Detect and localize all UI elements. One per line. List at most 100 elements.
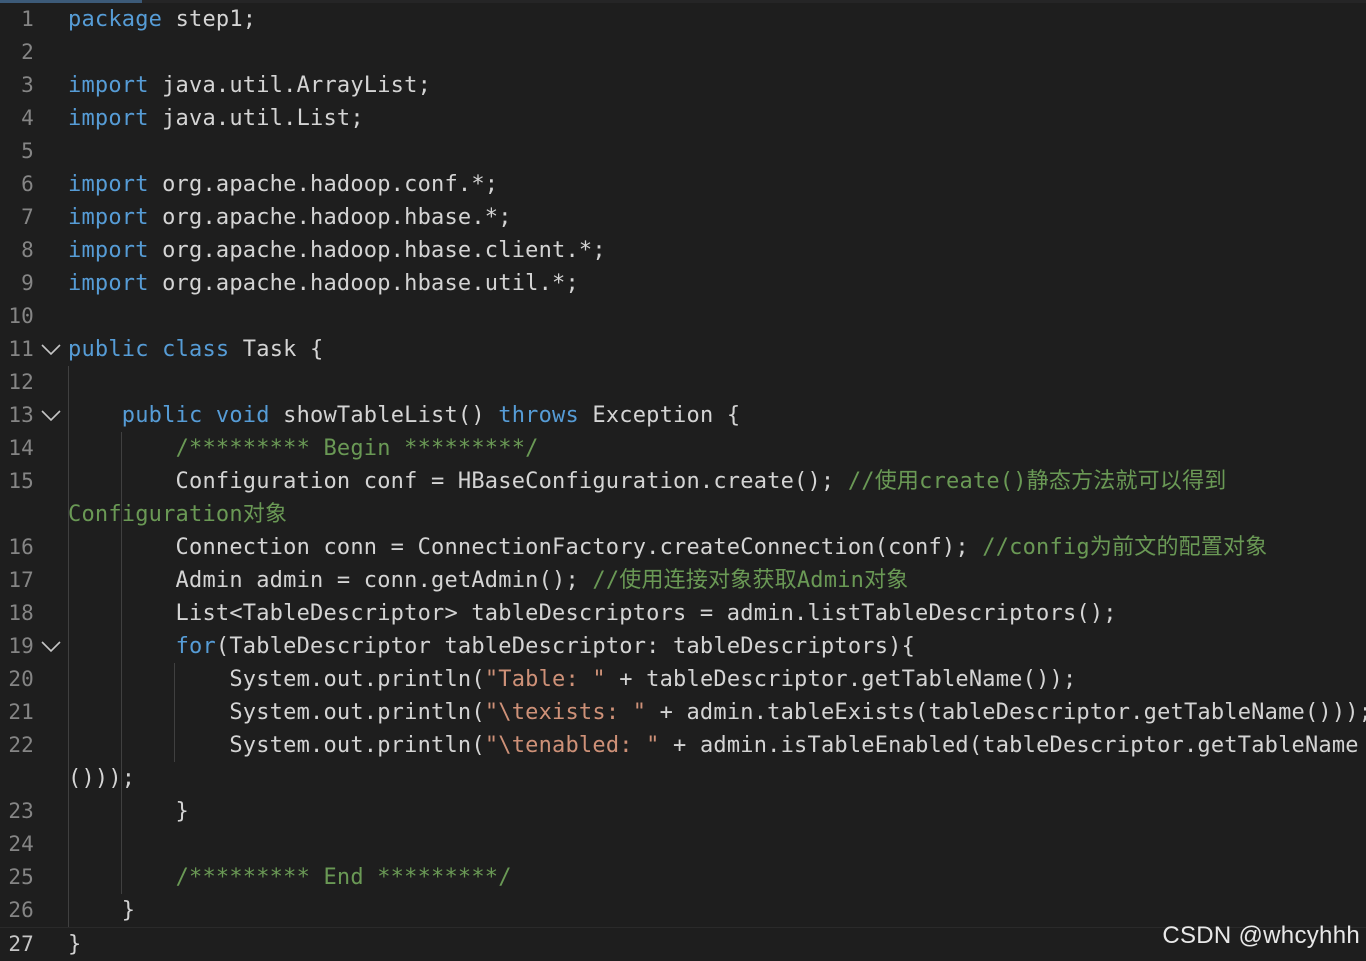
keyword-token: package bbox=[68, 7, 163, 32]
code-line[interactable]: 13 public void showTableList() throws Ex… bbox=[0, 399, 1366, 432]
comment-token: /********* Begin *********/ bbox=[175, 436, 539, 461]
keyword-token: void bbox=[215, 403, 270, 428]
keyword-token: throws bbox=[498, 403, 579, 428]
line-number: 19 bbox=[8, 634, 34, 658]
code-token: Exception { bbox=[578, 403, 741, 428]
code-line[interactable]: 1 package step1; bbox=[0, 3, 1366, 36]
code-text: } bbox=[68, 894, 135, 927]
line-number: 15 bbox=[8, 469, 34, 493]
line-number: 26 bbox=[8, 898, 34, 922]
code-token: } bbox=[68, 932, 82, 957]
code-line[interactable]: 2 bbox=[0, 36, 1366, 69]
code-token: Task { bbox=[229, 337, 324, 362]
comment-token: //使用create()静态方法就可以得到 bbox=[847, 469, 1227, 494]
code-token: (TableDescriptor tableDescriptor: tableD… bbox=[215, 634, 916, 659]
code-token: Configuration conf = HBaseConfiguration.… bbox=[68, 469, 848, 494]
code-text: List<TableDescriptor> tableDescriptors =… bbox=[68, 597, 1117, 630]
string-token: "\texists: " bbox=[484, 700, 647, 725]
code-token: step1; bbox=[162, 7, 257, 32]
code-line[interactable]: 17 Admin admin = conn.getAdmin(); //使用连接… bbox=[0, 564, 1366, 597]
code-line[interactable]: 23 } bbox=[0, 795, 1366, 828]
code-line[interactable]: 20 System.out.println("Table: " + tableD… bbox=[0, 663, 1366, 696]
line-number: 1 bbox=[21, 7, 34, 31]
line-number: 7 bbox=[21, 205, 34, 229]
line-number: 27 bbox=[8, 932, 34, 956]
line-number: 12 bbox=[8, 370, 34, 394]
line-number: 17 bbox=[8, 568, 34, 592]
line-number: 21 bbox=[8, 700, 34, 724]
code-line[interactable]: 25 /********* End *********/ bbox=[0, 861, 1366, 894]
fold-chevron-icon[interactable] bbox=[40, 640, 62, 654]
code-token: org.apache.hadoop.hbase.client.*; bbox=[148, 238, 606, 263]
indent-guide bbox=[68, 366, 69, 927]
code-text: /********* Begin *********/ bbox=[68, 432, 539, 465]
keyword-token: import bbox=[68, 73, 149, 98]
code-text: import java.util.ArrayList; bbox=[68, 69, 431, 102]
code-text: package step1; bbox=[68, 3, 256, 36]
indent-guide bbox=[174, 663, 175, 762]
code-line[interactable]: 5 bbox=[0, 135, 1366, 168]
code-text: public class Task { bbox=[68, 333, 323, 366]
code-line[interactable]: 15 Configuration conf = HBaseConfigurati… bbox=[0, 465, 1366, 498]
code-line[interactable]: 16 Connection conn = ConnectionFactory.c… bbox=[0, 531, 1366, 564]
code-line[interactable]: 3 import java.util.ArrayList; bbox=[0, 69, 1366, 102]
code-text: } bbox=[68, 795, 189, 828]
code-line[interactable]: 27} bbox=[0, 927, 1366, 960]
line-number: 10 bbox=[8, 304, 34, 328]
code-line[interactable]: 26 } bbox=[0, 894, 1366, 927]
code-line[interactable]: 10 bbox=[0, 300, 1366, 333]
line-number: 3 bbox=[21, 73, 34, 97]
code-line[interactable]: 11 public class Task { bbox=[0, 333, 1366, 366]
line-number: 4 bbox=[21, 106, 34, 130]
line-number: 11 bbox=[8, 337, 34, 361]
code-line[interactable]: ())); bbox=[0, 762, 1366, 795]
code-line[interactable]: 19 for(TableDescriptor tableDescriptor: … bbox=[0, 630, 1366, 663]
code-text: System.out.println("\texists: " + admin.… bbox=[68, 696, 1366, 729]
code-text: System.out.println("Table: " + tableDesc… bbox=[68, 663, 1076, 696]
code-token: List<TableDescriptor> tableDescriptors =… bbox=[68, 601, 1117, 626]
line-number: 22 bbox=[8, 733, 34, 757]
wrap-mask bbox=[60, 762, 190, 795]
fold-chevron-icon[interactable] bbox=[40, 409, 62, 423]
code-token: + admin.isTableEnabled(tableDescriptor.g… bbox=[659, 733, 1359, 758]
code-line[interactable]: 7 import org.apache.hadoop.hbase.*; bbox=[0, 201, 1366, 234]
keyword-token: import bbox=[68, 271, 149, 296]
keyword-token: public bbox=[121, 403, 203, 428]
line-number: 13 bbox=[8, 403, 34, 427]
code-line[interactable]: 8 import org.apache.hadoop.hbase.client.*… bbox=[0, 234, 1366, 267]
keyword-token: import bbox=[68, 106, 149, 131]
code-line[interactable]: 22 System.out.println("\tenabled: " + ad… bbox=[0, 729, 1366, 762]
code-text: /********* End *********/ bbox=[68, 861, 512, 894]
line-number: 8 bbox=[21, 238, 34, 262]
code-editor[interactable]: 1 package step1; 2 3 import java.util.ArrayL… bbox=[0, 3, 1366, 960]
string-token: "Table: " bbox=[484, 667, 606, 692]
code-text: Admin admin = conn.getAdmin(); //使用连接对象获… bbox=[68, 564, 909, 597]
fold-chevron-icon[interactable] bbox=[40, 343, 62, 357]
wrap-mask bbox=[60, 498, 190, 531]
code-line[interactable]: 21 System.out.println("\texists: " + adm… bbox=[0, 696, 1366, 729]
comment-token: //使用连接对象获取Admin对象 bbox=[592, 568, 909, 593]
line-number: 9 bbox=[21, 271, 34, 295]
code-text: } bbox=[68, 928, 81, 961]
code-token: java.util.List; bbox=[148, 106, 364, 131]
code-line[interactable]: 18 List<TableDescriptor> tableDescriptor… bbox=[0, 597, 1366, 630]
code-line[interactable]: Configuration对象 bbox=[0, 498, 1366, 531]
code-token: org.apache.hadoop.hbase.*; bbox=[148, 205, 512, 230]
code-text: import org.apache.hadoop.hbase.*; bbox=[68, 201, 512, 234]
code-line[interactable]: 6 import org.apache.hadoop.conf.*; bbox=[0, 168, 1366, 201]
code-token: } bbox=[68, 898, 136, 923]
keyword-token: class bbox=[162, 337, 230, 362]
comment-token: /********* End *********/ bbox=[175, 865, 512, 890]
code-line[interactable]: 4 import java.util.List; bbox=[0, 102, 1366, 135]
line-number: 14 bbox=[8, 436, 34, 460]
code-text: Connection conn = ConnectionFactory.crea… bbox=[68, 531, 1268, 564]
code-line[interactable]: 24 bbox=[0, 828, 1366, 861]
code-token: System.out.println( bbox=[68, 733, 485, 758]
code-token: + admin.tableExists(tableDescriptor.getT… bbox=[646, 700, 1366, 725]
line-number: 24 bbox=[8, 832, 34, 856]
code-line[interactable]: 12 bbox=[0, 366, 1366, 399]
line-number: 20 bbox=[8, 667, 34, 691]
line-number: 2 bbox=[21, 40, 34, 64]
code-line[interactable]: 9 import org.apache.hadoop.hbase.util.*; bbox=[0, 267, 1366, 300]
code-line[interactable]: 14 /********* Begin *********/ bbox=[0, 432, 1366, 465]
